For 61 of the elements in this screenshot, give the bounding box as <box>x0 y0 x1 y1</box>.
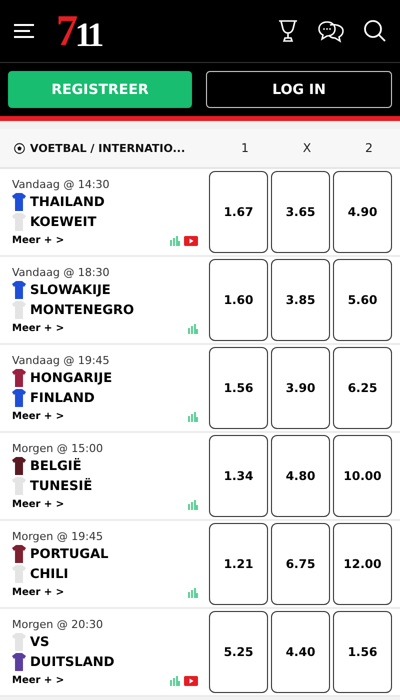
team-name: VS <box>30 634 50 650</box>
market-title: VOETBAL / INTERNATIO... <box>30 142 186 154</box>
team-name: DUITSLAND <box>30 654 114 670</box>
match-time: Morgen @ 20:30 <box>12 618 104 631</box>
odds-button[interactable]: 1.21 <box>209 523 268 605</box>
match-row[interactable]: Morgen @ 19:45 PORTUGAL CHILI Meer + > 1.21 6.75 12.00 <box>0 521 400 609</box>
match-time: Vandaag @ 18:30 <box>12 266 111 279</box>
odds-button[interactable]: 3.65 <box>271 171 330 253</box>
match-row[interactable]: Morgen @ 15:00 BELGIË TUNESIË Meer + > 1.34 4.80 10.00 <box>0 433 400 521</box>
match-time: Vandaag @ 19:45 <box>12 354 111 367</box>
team-name: SLOWAKIJE <box>30 282 111 298</box>
odds-button[interactable]: 3.90 <box>271 347 330 429</box>
more-link[interactable]: Meer + > <box>12 499 64 510</box>
odds-button[interactable]: 6.75 <box>271 523 330 605</box>
search-icon[interactable] <box>364 20 386 42</box>
match-time: Vandaag @ 14:30 <box>12 178 111 191</box>
team-name: THAILAND <box>30 194 105 210</box>
team-name: KOEWEIT <box>30 214 96 230</box>
column-heading: 1 <box>240 141 250 155</box>
odds-button[interactable]: 5.60 <box>333 259 392 341</box>
odds-button[interactable]: 4.90 <box>333 171 392 253</box>
video-icon[interactable] <box>184 236 198 246</box>
soccer-ball-icon <box>14 142 25 154</box>
odds-button[interactable]: 6.25 <box>333 347 392 429</box>
odds-button[interactable]: 1.56 <box>333 611 392 693</box>
odds-button[interactable]: 1.60 <box>209 259 268 341</box>
more-link[interactable]: Meer + > <box>12 411 64 422</box>
match-time: Morgen @ 15:00 <box>12 442 104 455</box>
video-icon[interactable] <box>184 676 198 686</box>
team-name: CHILI <box>30 566 68 582</box>
odds-button[interactable]: 5.25 <box>209 611 268 693</box>
trophy-icon[interactable] <box>278 20 298 42</box>
team-name: PORTUGAL <box>30 546 108 562</box>
column-heading: 2 <box>364 141 374 155</box>
team-name: TUNESIË <box>30 478 92 494</box>
odds-button[interactable]: 1.67 <box>209 171 268 253</box>
login-button[interactable]: LOG IN <box>206 71 392 108</box>
column-heading: X <box>302 141 312 155</box>
menu-icon[interactable] <box>14 24 34 38</box>
odds-button[interactable]: 4.40 <box>271 611 330 693</box>
odds-button[interactable]: 1.56 <box>209 347 268 429</box>
more-link[interactable]: Meer + > <box>12 323 64 334</box>
chat-icon[interactable] <box>318 19 344 43</box>
odds-button[interactable]: 1.34 <box>209 435 268 517</box>
match-row[interactable]: Vandaag @ 19:45 HONGARIJE FINLAND Meer + > 1.56 3.90 6.25 <box>0 345 400 433</box>
odds-button[interactable]: 12.00 <box>333 523 392 605</box>
more-link[interactable]: Meer + > <box>12 235 64 246</box>
more-link[interactable]: Meer + > <box>12 587 64 598</box>
match-row[interactable]: Vandaag @ 14:30 THAILAND KOEWEIT Meer + > 1.67 3.65 4.90 <box>0 169 400 257</box>
match-row[interactable]: Vandaag @ 18:30 SLOWAKIJE MONTENEGRO Meer + > 1.60 3.85 5.60 <box>0 257 400 345</box>
match-row[interactable]: Morgen @ 20:30 VS DUITSLAND Meer + > 5.25 4.40 1.56 <box>0 609 400 697</box>
odds-button[interactable]: 3.85 <box>271 259 330 341</box>
odds-button[interactable]: 4.80 <box>271 435 330 517</box>
team-name: HONGARIJE <box>30 370 112 386</box>
match-time: Morgen @ 19:45 <box>12 530 104 543</box>
team-name: BELGIË <box>30 458 82 474</box>
team-name: MONTENEGRO <box>30 302 134 318</box>
more-link[interactable]: Meer + > <box>12 675 64 686</box>
team-name: FINLAND <box>30 390 95 406</box>
logo[interactable]: 711 <box>56 9 102 53</box>
odds-button[interactable]: 10.00 <box>333 435 392 517</box>
